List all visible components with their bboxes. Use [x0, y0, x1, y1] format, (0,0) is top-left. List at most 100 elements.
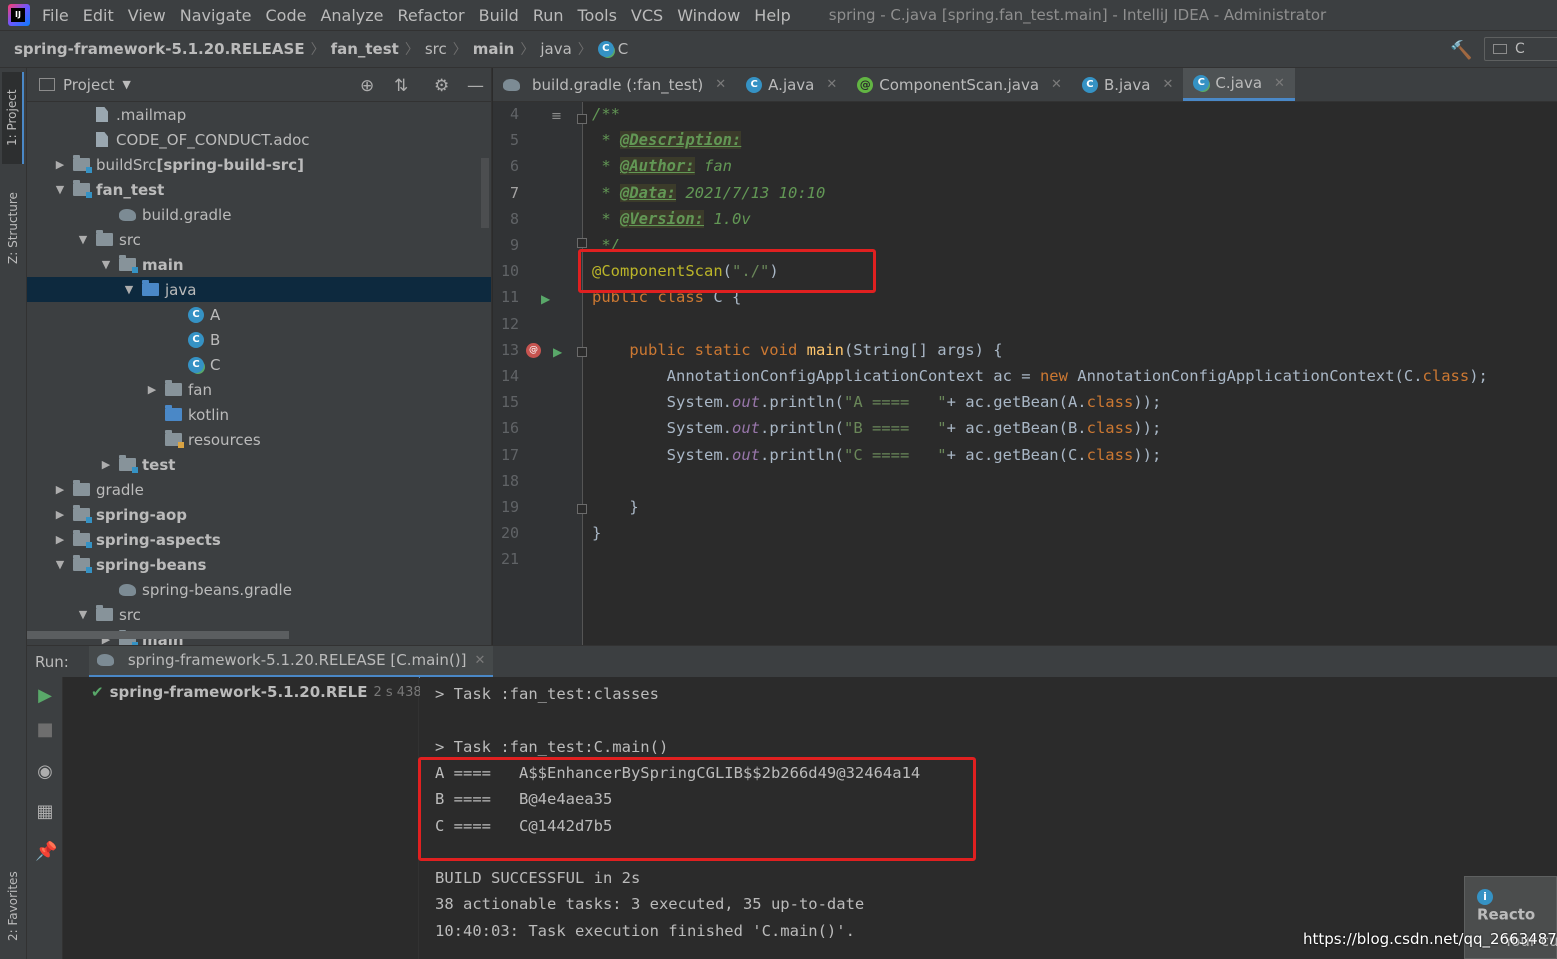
- breadcrumb-class[interactable]: C: [618, 40, 628, 58]
- run-tab[interactable]: spring-framework-5.1.20.RELEASE [C.main(…: [88, 645, 494, 678]
- close-icon[interactable]: ✕: [715, 77, 726, 92]
- run-configuration-select[interactable]: C: [1484, 37, 1557, 61]
- breadcrumb-src[interactable]: src: [425, 40, 447, 58]
- code-line[interactable]: }: [592, 498, 638, 516]
- tree-item-buildsrc[interactable]: ▶ buildSrc [spring-build-src]: [27, 152, 491, 177]
- menu-edit[interactable]: Edit: [83, 6, 114, 25]
- tree-item-a[interactable]: CA: [27, 302, 491, 327]
- code-line[interactable]: System.out.println("B ==== "+ ac.getBean…: [592, 419, 1162, 437]
- expand-arrow-icon[interactable]: ▼: [76, 608, 90, 621]
- code-line[interactable]: * @Author: fan: [592, 157, 732, 176]
- tool-tab-project[interactable]: 1: Project: [2, 72, 24, 164]
- tree-item-build-gradle[interactable]: build.gradle: [27, 202, 491, 227]
- menu-run[interactable]: Run: [533, 6, 564, 25]
- tree-item-src[interactable]: ▼ src: [27, 602, 491, 627]
- editor-tab-build-gradle[interactable]: build.gradle (:fan_test) ✕: [493, 68, 736, 101]
- rerun-icon[interactable]: ▶: [35, 685, 55, 706]
- code-line[interactable]: }: [592, 524, 601, 542]
- tree-item-fan-test[interactable]: ▼ fan_test: [27, 177, 491, 202]
- gear-icon[interactable]: ⚙: [434, 76, 449, 96]
- editor-tab-c-java[interactable]: C C.java ✕: [1183, 68, 1295, 101]
- tree-item-b[interactable]: CB: [27, 327, 491, 352]
- expand-arrow-icon[interactable]: ▼: [53, 183, 67, 196]
- menu-code[interactable]: Code: [266, 6, 307, 25]
- tree-item-test[interactable]: ▶ test: [27, 452, 491, 477]
- tree-item-kotlin[interactable]: kotlin: [27, 402, 491, 427]
- code-line[interactable]: * @Version: 1.0v: [592, 209, 751, 228]
- code-line[interactable]: System.out.println("A ==== "+ ac.getBean…: [592, 393, 1162, 411]
- breadcrumb-module[interactable]: fan_test: [331, 40, 399, 58]
- tree-item-fan[interactable]: ▶ fan: [27, 377, 491, 402]
- collapse-arrow-icon[interactable]: ▶: [53, 158, 67, 171]
- menu-view[interactable]: View: [128, 6, 166, 25]
- close-icon[interactable]: ✕: [1274, 76, 1285, 91]
- expand-arrow-icon[interactable]: ▼: [76, 233, 90, 246]
- spring-bean-icon[interactable]: @: [526, 343, 541, 358]
- menu-tools[interactable]: Tools: [578, 6, 617, 25]
- run-class-icon[interactable]: ▶: [541, 292, 550, 306]
- minimize-icon[interactable]: —: [467, 76, 484, 96]
- menu-vcs[interactable]: VCS: [631, 6, 663, 25]
- tree-item-spring-aspects[interactable]: ▶ spring-aspects: [27, 527, 491, 552]
- collapse-all-icon[interactable]: ⇅: [394, 76, 408, 96]
- close-icon[interactable]: ✕: [475, 653, 486, 668]
- tree-horizontal-scrollbar[interactable]: [27, 631, 289, 639]
- code-line[interactable]: * @Data: 2021/7/13 10:10: [592, 183, 825, 202]
- code-editor[interactable]: ≡ ▶ @ ▶ 4 5 6 7 8 9 10 11 12 13 14 15 16 17 18 19 20 21 /…: [493, 102, 1557, 645]
- code-line[interactable]: System.out.println("C ==== "+ ac.getBean…: [592, 446, 1162, 464]
- fold-icon[interactable]: [577, 504, 587, 514]
- tree-item--mailmap[interactable]: .mailmap: [27, 102, 491, 127]
- tree-item-code-of-conduct-adoc[interactable]: CODE_OF_CONDUCT.adoc: [27, 127, 491, 152]
- menu-build[interactable]: Build: [479, 6, 519, 25]
- eye-icon[interactable]: ◉: [35, 761, 55, 782]
- fold-icon[interactable]: [577, 238, 587, 248]
- collapse-arrow-icon[interactable]: ▶: [53, 533, 67, 546]
- menu-navigate[interactable]: Navigate: [180, 6, 252, 25]
- expand-arrow-icon[interactable]: ▼: [122, 283, 136, 296]
- close-icon[interactable]: ✕: [826, 77, 837, 92]
- tree-item-java[interactable]: ▼ java: [27, 277, 491, 302]
- code-line[interactable]: /**: [592, 105, 620, 123]
- collapse-arrow-icon[interactable]: ▶: [53, 508, 67, 521]
- editor-tab-componentscan-java[interactable]: @ ComponentScan.java ✕: [847, 68, 1072, 101]
- run-main-icon[interactable]: ▶: [553, 345, 562, 359]
- tree-item-src[interactable]: ▼ src: [27, 227, 491, 252]
- layout-icon[interactable]: ▦: [35, 801, 55, 822]
- chevron-down-icon[interactable]: ▼: [122, 78, 130, 91]
- project-panel-title[interactable]: Project: [63, 76, 114, 94]
- close-icon[interactable]: ✕: [1162, 77, 1173, 92]
- stop-icon[interactable]: ■: [35, 719, 55, 740]
- code-line[interactable]: AnnotationConfigApplicationContext ac = …: [592, 367, 1488, 385]
- pin-icon[interactable]: 📌: [35, 841, 57, 862]
- tree-item-main[interactable]: ▼ main: [27, 252, 491, 277]
- menu-window[interactable]: Window: [677, 6, 740, 25]
- fold-icon[interactable]: [577, 114, 587, 124]
- tree-item-spring-aop[interactable]: ▶ spring-aop: [27, 502, 491, 527]
- tree-item-spring-beans-gradle[interactable]: spring-beans.gradle: [27, 577, 491, 602]
- breadcrumb-project[interactable]: spring-framework-5.1.20.RELEASE: [14, 40, 305, 58]
- menu-file[interactable]: File: [42, 6, 69, 25]
- editor-tab-a-java[interactable]: C A.java ✕: [736, 68, 847, 101]
- menu-analyze[interactable]: Analyze: [320, 6, 383, 25]
- tree-item-spring-beans[interactable]: ▼ spring-beans: [27, 552, 491, 577]
- close-icon[interactable]: ✕: [1051, 77, 1062, 92]
- tool-tab-favorites[interactable]: 2: Favorites: [2, 858, 24, 954]
- build-hammer-icon[interactable]: 🔨: [1450, 40, 1472, 61]
- menu-help[interactable]: Help: [754, 6, 790, 25]
- code-line[interactable]: * @Description:: [592, 131, 742, 150]
- run-tree-item[interactable]: ✔ spring-framework-5.1.20.RELE 2 s 438 m…: [91, 683, 445, 701]
- breadcrumb-main[interactable]: main: [473, 40, 515, 58]
- tree-item-c[interactable]: CC: [27, 352, 491, 377]
- code-line[interactable]: public static void main(String[] args) {: [592, 341, 1002, 359]
- tree-vertical-scrollbar[interactable]: [481, 158, 489, 228]
- expand-arrow-icon[interactable]: ▼: [53, 558, 67, 571]
- tree-item-resources[interactable]: resources: [27, 427, 491, 452]
- menu-refactor[interactable]: Refactor: [398, 6, 465, 25]
- expand-arrow-icon[interactable]: ▼: [99, 258, 113, 271]
- breadcrumb-java[interactable]: java: [540, 40, 571, 58]
- collapse-arrow-icon[interactable]: ▶: [99, 458, 113, 471]
- locate-crosshair-icon[interactable]: ⊕: [360, 76, 374, 96]
- collapse-arrow-icon[interactable]: ▶: [145, 383, 159, 396]
- tool-tab-structure[interactable]: Z: Structure: [2, 178, 24, 278]
- documentation-icon[interactable]: ≡: [551, 109, 562, 124]
